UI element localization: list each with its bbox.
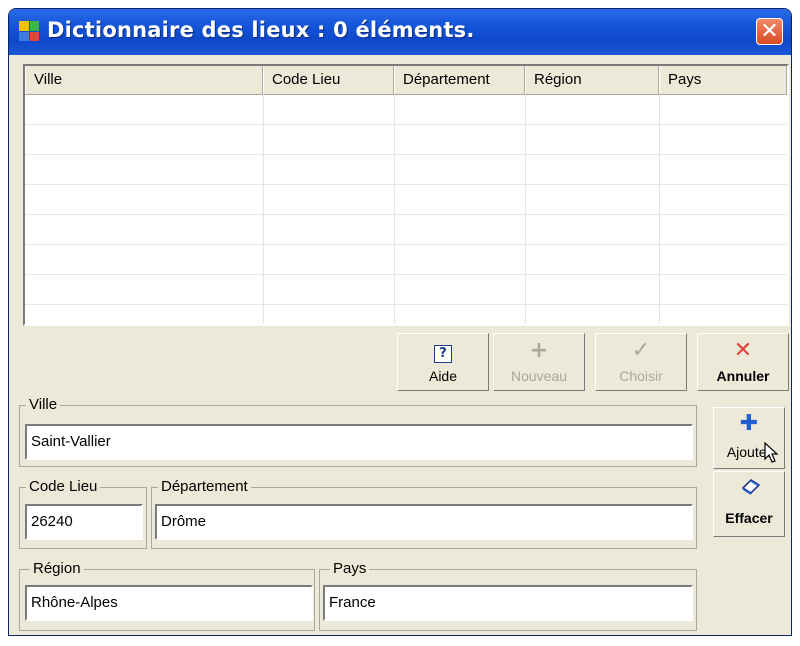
row-divider	[25, 244, 787, 245]
choose-button[interactable]: ✓ Choisir	[595, 333, 687, 391]
new-button[interactable]: + Nouveau	[493, 333, 585, 391]
departement-input[interactable]: Drôme	[155, 504, 693, 540]
plus-icon: +	[529, 338, 549, 363]
pays-label: Pays	[330, 560, 370, 577]
pays-input[interactable]: France	[323, 585, 693, 621]
close-button[interactable]: ✕	[756, 18, 783, 45]
plus-icon: ✚	[739, 411, 759, 436]
dictionary-window: Dictionnaire des lieux : 0 éléments. ✕ V…	[8, 8, 792, 636]
help-icon: ?	[398, 338, 488, 364]
region-label: Région	[30, 560, 84, 577]
close-icon: ✕	[760, 19, 779, 44]
row-divider	[25, 304, 787, 305]
ville-label: Ville	[26, 396, 61, 413]
row-divider	[25, 154, 787, 155]
mouse-cursor-icon	[764, 442, 779, 463]
help-button[interactable]: ? Aide	[397, 333, 489, 391]
ville-input[interactable]: Saint-Vallier	[25, 424, 693, 460]
row-divider	[25, 214, 787, 215]
new-label: Nouveau	[510, 368, 568, 384]
choose-label: Choisir	[619, 368, 663, 384]
departement-label: Département	[158, 478, 251, 495]
code-lieu-input[interactable]: 26240	[25, 504, 143, 540]
places-table[interactable]: Ville Code Lieu Département Région Pays	[23, 64, 789, 326]
row-divider	[25, 124, 787, 125]
window-title: Dictionnaire des lieux : 0 éléments.	[47, 18, 475, 42]
column-divider	[263, 94, 264, 324]
region-input[interactable]: Rhône-Alpes	[25, 585, 313, 621]
row-divider	[25, 184, 787, 185]
cancel-button[interactable]: ✕ Annuler	[697, 333, 789, 391]
add-button[interactable]: ✚ Ajouter	[713, 407, 785, 469]
column-divider	[525, 94, 526, 324]
column-divider	[394, 94, 395, 324]
clear-button[interactable]: Effacer	[713, 471, 785, 537]
column-header-ville[interactable]: Ville	[25, 66, 263, 94]
checkmark-icon: ✓	[631, 338, 651, 363]
column-header-code-lieu[interactable]: Code Lieu	[263, 66, 394, 94]
row-divider	[25, 274, 787, 275]
clear-label: Effacer	[725, 510, 773, 526]
app-icon	[19, 21, 39, 41]
eraser-icon	[741, 478, 761, 495]
help-label: Aide	[428, 368, 458, 384]
x-icon: ✕	[733, 338, 753, 363]
table-header: Ville Code Lieu Département Région Pays	[25, 66, 787, 95]
column-header-pays[interactable]: Pays	[659, 66, 787, 94]
column-header-region[interactable]: Région	[525, 66, 659, 94]
code-lieu-label: Code Lieu	[26, 478, 101, 495]
title-bar[interactable]: Dictionnaire des lieux : 0 éléments. ✕	[9, 9, 791, 55]
column-header-departement[interactable]: Département	[394, 66, 525, 94]
cancel-label: Annuler	[716, 368, 770, 384]
column-divider	[659, 94, 660, 324]
